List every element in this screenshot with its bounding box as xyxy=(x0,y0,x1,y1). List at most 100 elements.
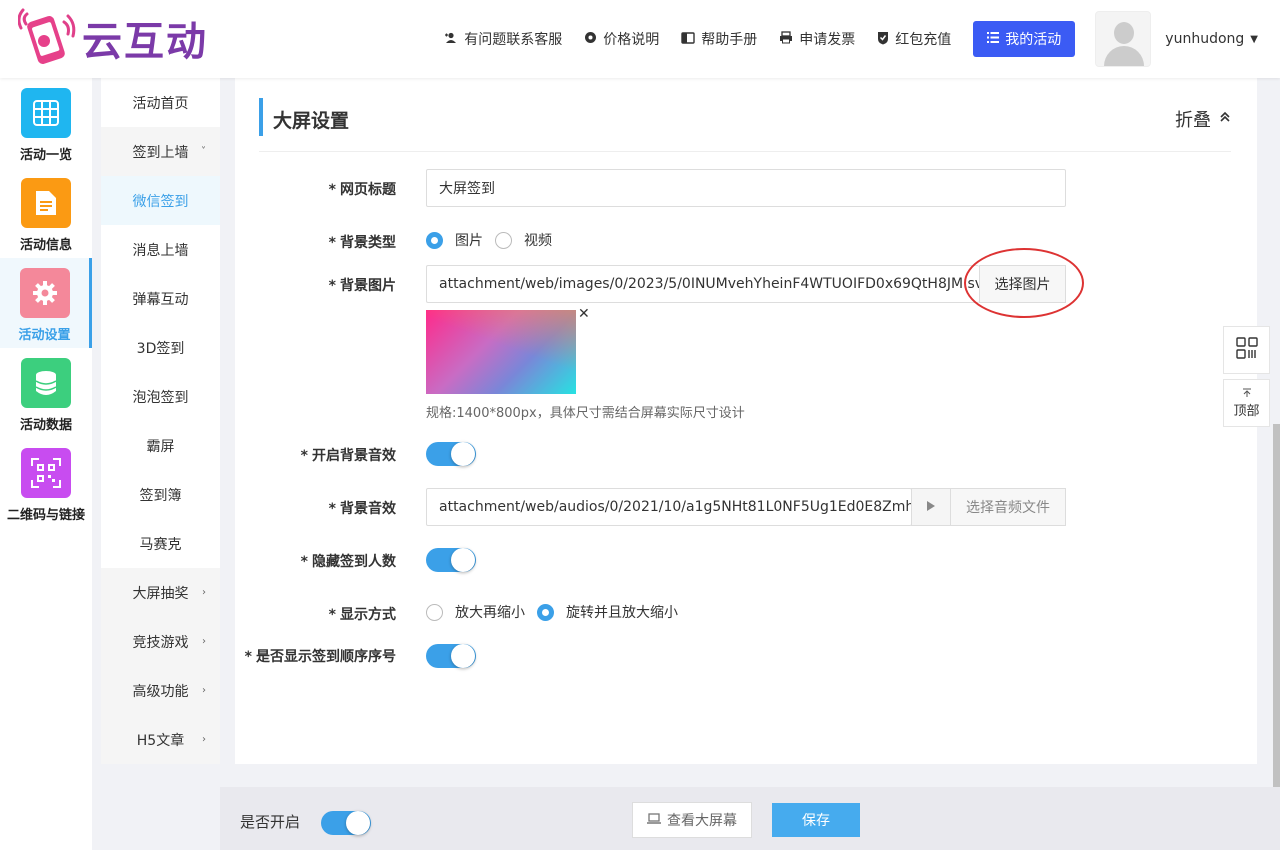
show-order-label: * 是否显示签到顺序序号 xyxy=(244,649,396,665)
bg-sound-path-input[interactable]: attachment/web/audios/0/2021/10/a1g5NHt8… xyxy=(426,488,912,526)
avatar[interactable] xyxy=(1095,11,1152,67)
play-button[interactable] xyxy=(911,488,951,526)
nav-pricing[interactable]: 价格说明 xyxy=(584,29,659,49)
close-icon[interactable]: ✕ xyxy=(578,306,590,322)
nav-label: 有问题联系客服 xyxy=(464,32,563,48)
avatar-body xyxy=(1104,46,1145,66)
chevron-right-icon: › xyxy=(202,734,206,745)
submenu-group-advanced[interactable]: 高级功能 › xyxy=(101,666,220,715)
submenu-label: 消息上墙 xyxy=(132,242,189,259)
submenu-label: 3D签到 xyxy=(136,340,185,357)
submenu-label: 竞技游戏 xyxy=(132,634,189,651)
back-to-top-button[interactable]: 顶部 xyxy=(1223,379,1270,427)
sidebar-item-qrcode[interactable]: 二维码与链接 xyxy=(0,438,92,528)
save-button[interactable]: 保存 xyxy=(772,803,860,837)
username-label: yunhudong xyxy=(1165,31,1245,47)
play-icon xyxy=(927,499,935,515)
nav-contact-support[interactable]: 有问题联系客服 xyxy=(444,29,562,49)
submenu-item-3d-checkin[interactable]: 3D签到 xyxy=(101,323,220,372)
bg-image-preview xyxy=(426,310,576,394)
bg-sound-toggle[interactable] xyxy=(426,442,476,466)
submenu-item-bubble-checkin[interactable]: 泡泡签到 xyxy=(101,372,220,421)
nav-label: 申请发票 xyxy=(799,32,856,48)
display-mode-label: * 显示方式 xyxy=(328,607,396,623)
chevron-double-up-icon xyxy=(1219,111,1231,127)
caret-down-icon: ▼ xyxy=(1250,33,1258,45)
bg-type-radio-video[interactable] xyxy=(495,231,512,249)
brand-logo[interactable]: 云互动 xyxy=(17,8,208,68)
submenu-group-lottery[interactable]: 大屏抽奖 › xyxy=(101,568,220,617)
submenu-label: 霸屏 xyxy=(146,438,175,455)
view-screen-button[interactable]: 查看大屏幕 xyxy=(632,802,752,838)
printer-icon xyxy=(779,31,793,47)
submenu-group-h5-article[interactable]: H5文章 › xyxy=(101,715,220,764)
show-order-toggle[interactable] xyxy=(426,644,476,668)
bg-image-path-input[interactable]: attachment/web/images/0/2023/5/0INUMvehY… xyxy=(426,265,979,303)
user-menu[interactable]: yunhudong ▼ xyxy=(1165,31,1258,47)
qrcode-icon xyxy=(21,448,71,498)
submenu-item-message-wall[interactable]: 消息上墙 xyxy=(101,225,220,274)
bg-type-option-label: 视频 xyxy=(524,233,552,249)
book-icon xyxy=(681,31,695,47)
avatar-head xyxy=(1114,22,1135,44)
submenu-group-checkin-wall[interactable]: 签到上墙 ˅ xyxy=(101,127,220,176)
choose-audio-button[interactable]: 选择音频文件 xyxy=(950,488,1066,526)
section-accent-bar xyxy=(259,98,263,136)
qrcode-float-button[interactable] xyxy=(1223,326,1270,374)
list-icon xyxy=(987,31,1000,47)
sidebar-item-label: 二维码与链接 xyxy=(6,508,85,523)
shield-check-icon xyxy=(877,31,889,48)
hide-count-label: * 隐藏签到人数 xyxy=(300,554,396,570)
page-scrollbar[interactable] xyxy=(1273,424,1280,829)
display-mode-radio-rotate-zoom[interactable] xyxy=(537,603,554,621)
submenu-item-danmaku[interactable]: 弹幕互动 xyxy=(101,274,220,323)
submenu-group-games[interactable]: 竞技游戏 › xyxy=(101,617,220,666)
display-mode-radio-zoom[interactable] xyxy=(426,603,443,621)
view-screen-label: 查看大屏幕 xyxy=(667,813,737,829)
submenu-item-checkin-book[interactable]: 签到簿 xyxy=(101,470,220,519)
top-nav: 有问题联系客服 价格说明 帮助手册 申请发票 红包充值 我的活动 yunhudo… xyxy=(444,0,1280,78)
submenu-item-home[interactable]: 活动首页 xyxy=(101,78,220,127)
submenu-label: 高级功能 xyxy=(132,683,189,700)
nav-help-manual[interactable]: 帮助手册 xyxy=(681,29,757,49)
footer-bar: 是否开启 查看大屏幕 保存 xyxy=(220,787,1280,850)
page-title-input[interactable]: 大屏签到 xyxy=(426,169,1066,207)
sidebar-item-overview[interactable]: 活动一览 xyxy=(0,78,92,168)
bg-type-option-label: 图片 xyxy=(455,233,483,249)
laptop-icon xyxy=(647,812,661,828)
choose-image-button[interactable]: 选择图片 xyxy=(979,265,1066,303)
bg-sound-label: * 背景音效 xyxy=(328,501,396,517)
sidebar-item-info[interactable]: 活动信息 xyxy=(0,168,92,258)
phone-logo-icon xyxy=(17,8,78,68)
submenu-item-mosaic[interactable]: 马赛克 xyxy=(101,519,220,568)
bg-type-radio-image[interactable] xyxy=(426,231,443,249)
submenu-item-bapin[interactable]: 霸屏 xyxy=(101,421,220,470)
hide-count-toggle[interactable] xyxy=(426,548,476,572)
submenu-item-wechat-checkin[interactable]: 微信签到 xyxy=(101,176,220,225)
main-sidebar: 活动一览 活动信息 活动设置 活动数据 二维码与链接 xyxy=(0,78,92,850)
database-icon xyxy=(21,358,71,408)
gear-icon xyxy=(584,31,597,47)
sidebar-item-label: 活动一览 xyxy=(19,148,72,163)
chevron-right-icon: › xyxy=(202,587,206,598)
bg-type-radio-group: 图片 视频 xyxy=(426,230,564,250)
back-to-top-label: 顶部 xyxy=(1233,403,1260,419)
enable-label: 是否开启 xyxy=(240,813,301,831)
sidebar-item-settings[interactable]: 活动设置 xyxy=(0,258,92,348)
sidebar-item-data[interactable]: 活动数据 xyxy=(0,348,92,438)
bg-sound-enable-label: * 开启背景音效 xyxy=(300,448,396,464)
enable-toggle[interactable] xyxy=(321,811,371,835)
settings-panel: 大屏设置 折叠 * 网页标题 大屏签到 * 背景类型 图片 视频 * 背景图片 att… xyxy=(235,78,1257,764)
fold-label: 折叠 xyxy=(1175,110,1211,131)
display-mode-option-label: 放大再缩小 xyxy=(455,605,525,621)
fold-toggle[interactable]: 折叠 xyxy=(1175,106,1231,132)
sidebar-item-label: 活动设置 xyxy=(18,328,71,343)
nav-label: 红包充值 xyxy=(895,32,952,48)
sidebar-item-label: 活动数据 xyxy=(19,418,72,433)
nav-recharge[interactable]: 红包充值 xyxy=(877,29,951,49)
chevron-down-icon: ˅ xyxy=(201,146,206,157)
nav-apply-invoice[interactable]: 申请发票 xyxy=(779,29,855,49)
document-icon xyxy=(21,178,71,228)
my-activity-button[interactable]: 我的活动 xyxy=(973,21,1076,57)
gear-icon xyxy=(19,268,70,318)
